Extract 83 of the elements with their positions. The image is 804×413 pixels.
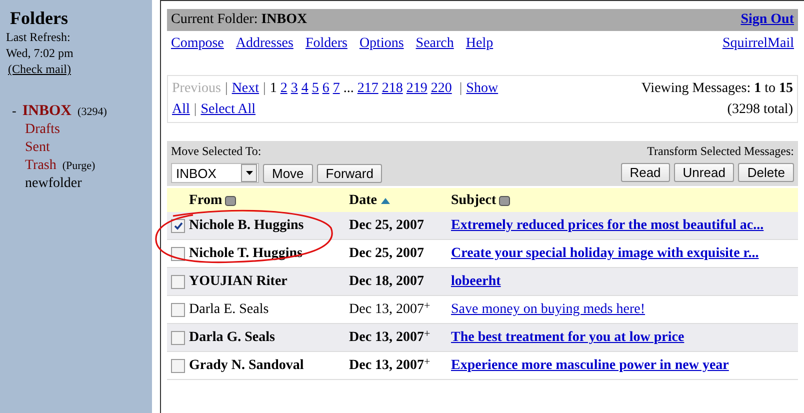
refresh-time: Wed, 7:02 pm	[6, 45, 74, 61]
sender-name: Grady N. Sandoval	[189, 357, 304, 375]
menu-link[interactable]: Folders	[305, 36, 348, 52]
page-link[interactable]: 2	[280, 81, 288, 96]
purge-link[interactable]: (Purge)	[62, 160, 96, 172]
sort-icon[interactable]	[225, 196, 236, 206]
menu-link[interactable]: Compose	[171, 36, 224, 52]
separator: |	[459, 81, 462, 96]
sender-name: Darla E. Seals	[189, 301, 269, 319]
attachment-mark: +	[424, 327, 430, 341]
menu-link[interactable]: Help	[466, 36, 494, 52]
page-link[interactable]: 6	[322, 81, 330, 96]
action-button[interactable]: Forward	[316, 164, 382, 182]
sidebar-title: Folders	[9, 8, 69, 29]
subject-link[interactable]: Create your special holiday image with exquisite r...	[451, 246, 771, 261]
folder-select[interactable]: INBOX	[171, 163, 259, 183]
separator: |	[263, 81, 266, 96]
sender-name: Nichole B. Huggins	[189, 217, 304, 235]
separator: |	[225, 81, 228, 96]
row-checkbox[interactable]	[171, 219, 185, 233]
row-checkbox[interactable]	[171, 275, 185, 289]
action-button[interactable]: Read	[620, 163, 670, 182]
sort-icon[interactable]	[499, 196, 510, 206]
column-header[interactable]: Subject	[451, 193, 496, 209]
folder-link[interactable]: INBOX	[22, 103, 72, 120]
subject-link[interactable]: Experience more masculine power in new year	[451, 358, 741, 373]
column-header[interactable]: From	[189, 193, 222, 209]
all-link[interactable]: All	[172, 102, 190, 117]
subject-link[interactable]: lobeerht	[451, 274, 513, 289]
action-button[interactable]: Unread	[674, 163, 734, 182]
menu-link[interactable]: Addresses	[236, 36, 294, 52]
page-link[interactable]: 220	[430, 81, 452, 96]
folder-link[interactable]: Sent	[25, 140, 50, 156]
page-ellipsis: ...	[343, 81, 354, 96]
page-link[interactable]: 5	[312, 81, 319, 96]
total-count: (3298 total)	[726, 101, 793, 119]
message-date: Dec 13, 2007	[349, 357, 424, 375]
page-link[interactable]: 7	[332, 81, 340, 96]
message-date: Dec 18, 2007	[349, 273, 424, 291]
attachment-mark: +	[424, 299, 430, 313]
page-link[interactable]: 218	[382, 81, 403, 96]
subject-link[interactable]: Extremely reduced prices for the most beautiful ac...	[451, 218, 776, 233]
action-button[interactable]: Move	[263, 164, 313, 182]
current-page: 1	[270, 81, 277, 96]
folder-marker: -	[12, 103, 16, 119]
page-link[interactable]: 219	[406, 81, 428, 96]
folder-link[interactable]: newfolder	[25, 176, 82, 192]
column-header[interactable]: Date	[349, 193, 377, 209]
page-link[interactable]: 217	[357, 81, 378, 96]
message-date: Dec 13, 2007	[349, 329, 424, 347]
folder-link[interactable]: Drafts	[25, 122, 60, 138]
sign-out-link[interactable]: Sign Out	[740, 12, 794, 28]
next-link[interactable]: Next	[232, 81, 260, 96]
folder-count: (3294)	[78, 106, 107, 118]
page-link[interactable]: 3	[290, 81, 298, 96]
select-all-link[interactable]: Select All	[200, 102, 256, 117]
transform-label: Transform Selected Messages:	[647, 144, 794, 159]
squirrelmail-link[interactable]: SquirrelMail	[722, 36, 794, 52]
menu-link[interactable]: Search	[416, 36, 454, 52]
check-mail-link[interactable]: (Check mail)	[8, 62, 71, 76]
current-folder: Current Folder: INBOX	[171, 12, 308, 28]
attachment-mark: +	[424, 355, 430, 369]
row-checkbox[interactable]	[171, 331, 185, 345]
show-link[interactable]: Show	[466, 81, 498, 96]
message-date: Dec 13, 2007	[349, 301, 424, 319]
menu-link[interactable]: Options	[359, 36, 404, 52]
folder-link[interactable]: Trash	[25, 158, 56, 174]
message-date: Dec 25, 2007	[349, 245, 424, 263]
message-date: Dec 25, 2007	[349, 217, 424, 235]
sort-ascending-icon[interactable]	[380, 197, 391, 205]
sender-name: Darla G. Seals	[189, 329, 275, 347]
separator: |	[194, 102, 197, 117]
caret-icon	[246, 171, 252, 175]
subject-link[interactable]: The best treatment for you at low price	[451, 330, 696, 345]
row-checkbox[interactable]	[171, 303, 185, 317]
action-button[interactable]: Delete	[738, 163, 794, 182]
viewing-messages: Viewing Messages: 1 to 15	[641, 80, 793, 98]
subject-link[interactable]: Save money on buying meds here!	[451, 302, 658, 317]
refresh-label: Last Refresh:	[6, 29, 72, 45]
row-checkbox[interactable]	[171, 359, 185, 373]
sender-name: YOUJIAN Riter	[189, 273, 288, 291]
move-label: Move Selected To:	[171, 144, 262, 159]
page-link[interactable]: 4	[301, 81, 308, 96]
